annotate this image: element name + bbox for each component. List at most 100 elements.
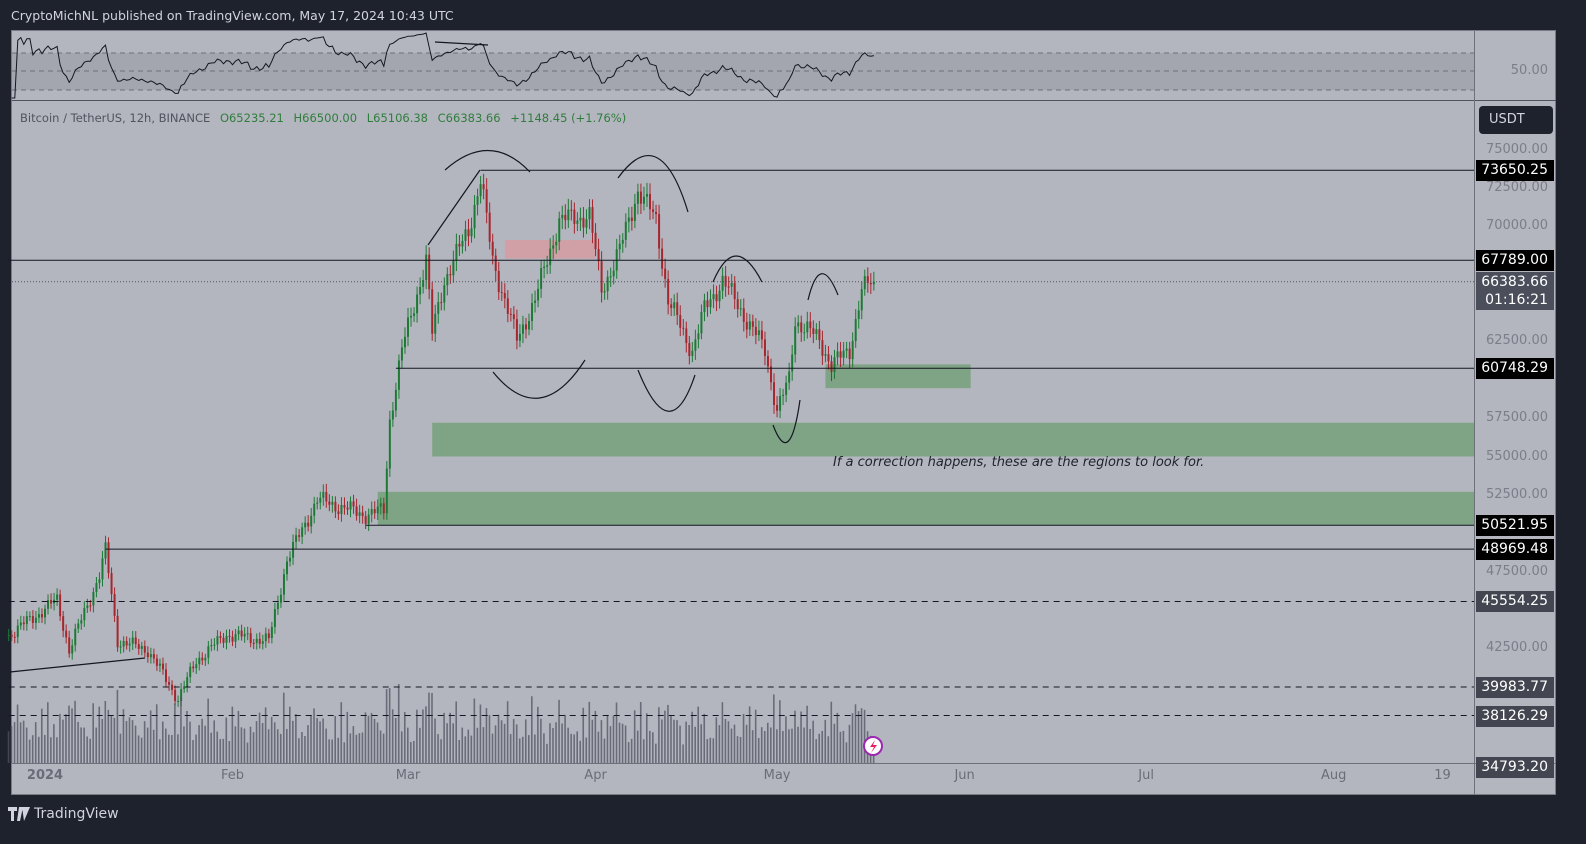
candle [555, 241, 558, 246]
candle [113, 594, 116, 616]
tradingview-logo[interactable]: TradingView [8, 806, 119, 822]
candle [809, 321, 812, 329]
price-level-label: 45554.25 [1476, 591, 1554, 613]
volume-bar [53, 724, 55, 763]
volume-bar [633, 710, 636, 763]
candle [733, 283, 736, 300]
volume-bar [727, 721, 730, 763]
candle [800, 322, 803, 333]
volume-bar [171, 735, 173, 763]
volume-bar [331, 739, 333, 763]
candle [95, 583, 98, 592]
volume-bar [461, 727, 464, 763]
candle [585, 219, 588, 228]
time-tick: May [763, 768, 791, 783]
volume-bar [712, 738, 715, 763]
volume-bar [373, 718, 376, 763]
volume-bar [664, 710, 666, 763]
price-tick: 52500.00 [1485, 486, 1548, 502]
candle [16, 625, 19, 637]
candle [240, 630, 243, 637]
volume-bar [609, 726, 612, 763]
volume-bar [788, 729, 790, 763]
volume-bar [340, 702, 343, 763]
volume-bar [773, 694, 775, 763]
ohlc-change: +1148.45 (+1.76%) [510, 111, 627, 125]
volume-bar [718, 725, 721, 763]
candle [528, 321, 530, 330]
volume-bar [31, 735, 34, 763]
drawn-arrow [807, 273, 839, 301]
volume-bar [857, 711, 860, 763]
volume-bar [739, 736, 742, 763]
volume-bar [343, 742, 346, 763]
candle [776, 404, 779, 411]
candle [346, 507, 349, 510]
volume-bar [691, 711, 693, 763]
candle [724, 275, 727, 287]
candle [600, 261, 603, 293]
price-tick: 42500.00 [1485, 640, 1548, 656]
chart-canvas[interactable] [0, 0, 1586, 844]
candle [37, 614, 40, 618]
candle [667, 279, 670, 305]
volume-bar [733, 724, 736, 763]
volume-bar [467, 729, 470, 763]
volume-bar [25, 727, 28, 763]
volume-bar [195, 734, 197, 763]
time-tick: Jun [954, 768, 975, 783]
candle [452, 260, 455, 276]
candle [376, 506, 379, 514]
candle [642, 196, 645, 204]
volume-bar [243, 728, 246, 763]
candle [854, 318, 857, 342]
candle [195, 664, 198, 669]
candle [298, 535, 301, 537]
volume-bar [760, 727, 763, 763]
ohlc-close: C66383.66 [437, 111, 501, 125]
volume-bar [28, 739, 31, 763]
volume-bar [434, 718, 436, 763]
volume-bar [22, 720, 25, 763]
candle [161, 663, 164, 670]
candle [171, 684, 174, 690]
volume-bar [821, 730, 824, 763]
candle [440, 302, 443, 304]
candle [25, 616, 28, 625]
candle [730, 283, 733, 287]
volume-bar [152, 729, 155, 763]
candle [7, 634, 10, 636]
volume-bar [655, 743, 657, 763]
volume-bar [261, 723, 264, 763]
volume-bar [155, 704, 158, 763]
volume-bar [204, 725, 206, 763]
volume-bar [506, 701, 509, 763]
volume-bar [676, 720, 678, 763]
candle [561, 214, 564, 219]
candle [222, 637, 225, 643]
volume-bar [416, 709, 418, 763]
volume-bar [13, 721, 16, 763]
volume-bar [443, 712, 445, 763]
volume-bar [494, 725, 497, 763]
currency-button[interactable]: USDT [1479, 106, 1553, 134]
volume-bar [649, 730, 651, 763]
candle [773, 382, 776, 405]
volume-bar [16, 704, 19, 763]
candle [149, 654, 152, 658]
symbol-name[interactable]: Bitcoin / TetherUS, 12h, BINANCE [20, 111, 210, 125]
candle [552, 245, 555, 249]
volume-bar [65, 714, 67, 763]
price-tick: 62500.00 [1485, 333, 1548, 349]
volume-bar [570, 733, 572, 763]
candle [763, 339, 766, 357]
volume-bar [688, 725, 690, 763]
candle [425, 254, 428, 281]
volume-bar [40, 708, 43, 763]
volume-bar [700, 724, 703, 763]
candle [509, 313, 512, 315]
candle [570, 209, 573, 211]
candle [134, 637, 137, 645]
volume-bar [806, 705, 808, 763]
candle [794, 326, 797, 355]
